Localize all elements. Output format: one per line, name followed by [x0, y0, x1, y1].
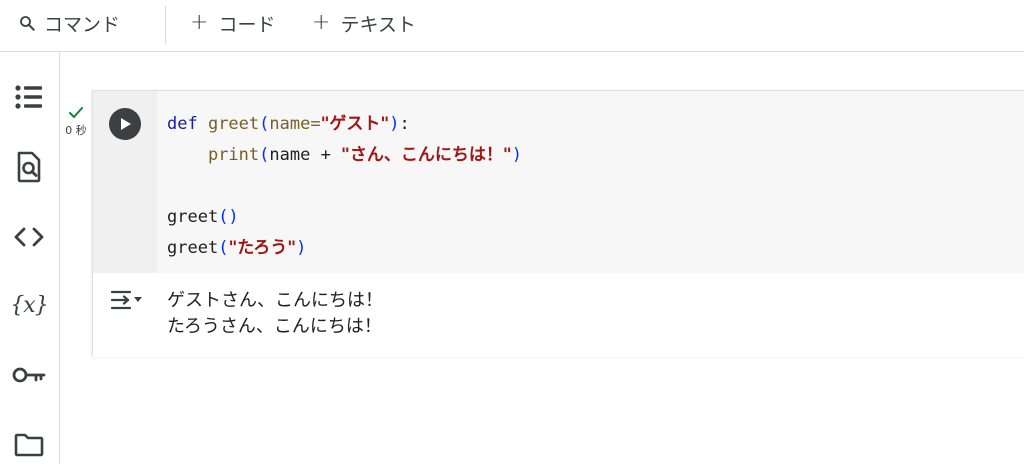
table-of-contents-icon[interactable] — [12, 80, 46, 114]
string-literal: "ゲスト" — [320, 114, 390, 134]
cell-gutter — [93, 91, 157, 273]
paren: ( — [259, 114, 270, 134]
function-call: greet — [167, 238, 219, 258]
command-palette-button[interactable]: コマンド — [18, 8, 120, 38]
function-call: greet — [167, 207, 219, 227]
code-line: print(name + "さん、こんにちは！") — [167, 140, 1024, 171]
secrets-key-icon[interactable] — [12, 358, 46, 392]
output-line: たろうさん、こんにちは！ — [167, 316, 382, 337]
code-line: greet("たろう") — [167, 233, 1024, 264]
command-label: コマンド — [44, 13, 121, 36]
code-line: def greet(name="ゲスト"): — [167, 109, 1024, 140]
paren: ) — [511, 145, 523, 165]
variables-icon[interactable]: {x} — [10, 288, 48, 322]
search-icon — [18, 14, 36, 32]
parameter: name= — [269, 114, 321, 134]
notebook-toolbar: コマンド + コード + テキスト — [0, 0, 1024, 52]
string-literal: "さん、こんにちは！" — [341, 145, 512, 165]
code-snippets-icon[interactable] — [12, 220, 46, 254]
output-text: ゲストさん、こんにちは！ たろうさん、こんにちは！ — [167, 288, 383, 340]
paren: ( — [259, 145, 270, 165]
function-name: greet — [207, 114, 260, 134]
paren: ( — [218, 238, 229, 258]
find-replace-icon[interactable] — [12, 150, 46, 184]
code-cell[interactable]: def greet(name="ゲスト"): print(name + "さん、… — [92, 90, 1024, 357]
check-icon — [69, 107, 83, 118]
expression: name + — [269, 145, 342, 165]
left-sidebar: {x} — [0, 52, 60, 464]
paren: ) — [296, 238, 307, 258]
run-cell-button[interactable] — [109, 108, 141, 140]
add-text-cell-button[interactable]: + テキスト — [312, 8, 416, 38]
string-literal: "たろう" — [228, 238, 297, 258]
execution-status: 0 秒 — [61, 106, 91, 138]
variables-glyph: {x} — [10, 292, 48, 318]
cell-output: ゲストさん、こんにちは！ たろうさん、こんにちは！ — [93, 273, 1024, 357]
toolbar-divider — [165, 6, 166, 44]
keyword-def: def — [167, 114, 208, 134]
output-line: ゲストさん、こんにちは！ — [167, 290, 383, 311]
play-icon — [121, 118, 131, 130]
paren: () — [218, 207, 239, 227]
execution-time: 0 秒 — [65, 124, 87, 137]
plus-icon: + — [312, 10, 331, 35]
colon: : — [399, 114, 410, 134]
add-code-cell-button[interactable]: + コード — [190, 8, 275, 38]
files-folder-icon[interactable] — [12, 428, 46, 462]
plus-icon: + — [190, 10, 209, 35]
code-line: greet() — [167, 202, 1024, 233]
output-actions-icon[interactable] — [109, 287, 145, 313]
add-code-label: コード — [218, 13, 276, 36]
add-text-label: テキスト — [340, 13, 416, 36]
code-editor[interactable]: def greet(name="ゲスト"): print(name + "さん、… — [157, 91, 1024, 273]
paren: ) — [389, 114, 400, 134]
function-name: print — [207, 145, 260, 165]
